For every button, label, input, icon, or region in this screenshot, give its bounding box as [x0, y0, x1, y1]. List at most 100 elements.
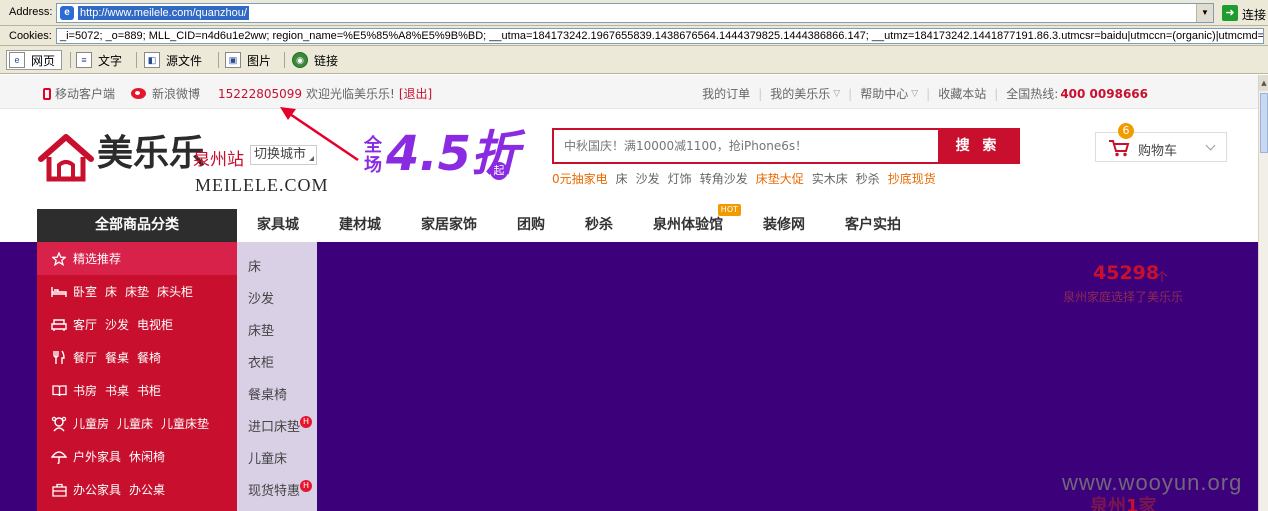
- cookies-label: Cookies:: [9, 30, 52, 42]
- hot-keyword-link[interactable]: 床: [616, 172, 628, 186]
- user-phone[interactable]: 15222805099: [218, 87, 302, 101]
- address-dropdown-icon[interactable]: ▼: [1196, 4, 1213, 22]
- category-item[interactable]: 精选推荐: [37, 242, 237, 275]
- category-name[interactable]: 餐厅: [73, 349, 97, 366]
- page-scrollbar[interactable]: ▲: [1258, 75, 1268, 511]
- my-meilele-link[interactable]: 我的美乐乐: [770, 85, 830, 102]
- submenu-item[interactable]: 现货特惠 H: [237, 476, 317, 508]
- hot-keyword-link[interactable]: 实木床: [812, 172, 848, 186]
- submenu-item[interactable]: 沙发: [237, 284, 317, 316]
- category-item[interactable]: 儿童房 儿童床 儿童床垫: [37, 407, 237, 440]
- help-center-link[interactable]: 帮助中心: [860, 85, 908, 102]
- hotline-number: 400 0098666: [1060, 86, 1148, 101]
- address-input[interactable]: e http://www.meilele.com/quanzhou/ ▼: [56, 3, 1214, 23]
- tool-source-button[interactable]: ◧ 源文件: [144, 50, 202, 70]
- nav-item[interactable]: 秒杀: [565, 208, 633, 242]
- category-item[interactable]: 户外家具 休闲椅: [37, 440, 237, 473]
- shopping-cart-icon: [1109, 140, 1130, 157]
- tool-text-button[interactable]: ≡ 文字: [76, 50, 122, 70]
- fork-knife-icon: [51, 350, 67, 366]
- nav-item[interactable]: 家具城: [237, 208, 319, 242]
- topbar-left: 移动客户端 新浪微博 15222805099 欢迎光临美乐乐! [退出]: [43, 85, 432, 102]
- hot-keyword-link[interactable]: 灯饰: [668, 172, 692, 186]
- nav-item[interactable]: 客户实拍: [825, 208, 921, 242]
- category-name[interactable]: 卧室: [73, 283, 97, 300]
- hot-keyword-link[interactable]: 抄底现货: [888, 172, 936, 186]
- site-topbar: 移动客户端 新浪微博 15222805099 欢迎光临美乐乐! [退出] 我的订…: [0, 75, 1258, 109]
- webpage-icon: e: [9, 52, 25, 68]
- category-link[interactable]: 儿童床垫: [161, 415, 209, 432]
- category-link[interactable]: 餐椅: [137, 349, 161, 366]
- submenu-item[interactable]: 进口床垫 H: [237, 412, 317, 444]
- category-link[interactable]: 床: [105, 283, 117, 300]
- hot-keyword-link[interactable]: 沙发: [636, 172, 660, 186]
- category-name[interactable]: 客厅: [73, 316, 97, 333]
- search-button[interactable]: 搜 索: [938, 130, 1018, 162]
- submenu-item[interactable]: 床: [237, 252, 317, 284]
- mobile-client-link[interactable]: 移动客户端: [55, 85, 115, 102]
- my-orders-link[interactable]: 我的订单: [702, 85, 750, 102]
- category-name[interactable]: 精选推荐: [73, 250, 121, 267]
- cart-button[interactable]: 6 购物车: [1095, 123, 1227, 162]
- nav-item[interactable]: 建材城: [319, 208, 401, 242]
- cookies-input[interactable]: _i=5072; _o=889; MLL_CID=n4d6u1e2ww; reg…: [56, 28, 1264, 44]
- submenu-item[interactable]: 儿童床: [237, 444, 317, 476]
- category-item[interactable]: 书房 书桌 书柜: [37, 374, 237, 407]
- category-link[interactable]: 书桌: [105, 382, 129, 399]
- hot-keyword-link[interactable]: 秒杀: [856, 172, 880, 186]
- weibo-link[interactable]: 新浪微博: [152, 85, 200, 102]
- submenu-label: 沙发: [248, 292, 275, 307]
- category-name[interactable]: 书房: [73, 382, 97, 399]
- search-input[interactable]: [554, 130, 938, 162]
- chevron-down-icon: ▽: [833, 88, 841, 99]
- category-link[interactable]: 沙发: [105, 316, 129, 333]
- category-name[interactable]: 儿童房: [73, 415, 109, 432]
- category-name[interactable]: 户外家具: [73, 448, 121, 465]
- category-link[interactable]: 床垫: [125, 283, 149, 300]
- logout-link[interactable]: [退出]: [399, 85, 432, 102]
- tool-webpage-button[interactable]: e 网页: [6, 50, 63, 70]
- category-item[interactable]: 餐厅 餐桌 餐椅: [37, 341, 237, 374]
- submenu-label: 进口床垫: [248, 420, 301, 435]
- nav-item-label: 客户实拍: [845, 217, 901, 233]
- scrollbar-thumb[interactable]: [1260, 93, 1268, 153]
- address-url[interactable]: http://www.meilele.com/quanzhou/: [78, 6, 249, 20]
- category-name[interactable]: 办公家具: [73, 481, 121, 498]
- nav-item[interactable]: 泉州体验馆 HOT: [633, 204, 743, 242]
- nav-item[interactable]: 装修网: [743, 208, 825, 242]
- child-icon: [51, 416, 67, 432]
- sofa-icon: [51, 317, 67, 333]
- hot-keyword-link[interactable]: 床垫大促: [756, 172, 804, 186]
- category-link[interactable]: 床头柜: [157, 283, 193, 300]
- nav-item[interactable]: 团购: [497, 208, 565, 242]
- category-item[interactable]: 客厅 沙发 电视柜: [37, 308, 237, 341]
- category-item[interactable]: 卧室床床垫 床头柜: [37, 275, 237, 308]
- category-link[interactable]: 书柜: [137, 382, 161, 399]
- house-logo-icon: [38, 134, 94, 182]
- category-link[interactable]: 休闲椅: [129, 448, 165, 465]
- scroll-up-icon[interactable]: ▲: [1259, 75, 1268, 91]
- go-button[interactable]: 连接: [1242, 6, 1266, 23]
- submenu-label: 儿童床: [248, 452, 288, 467]
- category-link[interactable]: 办公桌: [129, 481, 165, 498]
- submenu-item[interactable]: 衣柜: [237, 348, 317, 380]
- station-name: 泉州站: [193, 150, 244, 170]
- category-link[interactable]: 儿童床: [117, 415, 153, 432]
- site-header: 美乐乐 MEILELE.COM 泉州站 切换城市 全场 4.5折 起 搜 索 0…: [0, 110, 1258, 208]
- counter-caption: 泉州家庭选择了美乐乐: [1063, 290, 1184, 304]
- toolbar-separator: [136, 52, 137, 68]
- hot-keyword-link[interactable]: 转角沙发: [700, 172, 748, 186]
- category-item[interactable]: 办公家具 办公桌: [37, 473, 237, 506]
- all-categories-button[interactable]: 全部商品分类: [37, 209, 237, 242]
- submenu-item[interactable]: 床垫: [237, 316, 317, 348]
- tool-link-button[interactable]: ◉ 链接: [292, 50, 338, 70]
- submenu-item[interactable]: 餐桌椅: [237, 380, 317, 412]
- hot-keyword-link[interactable]: 0元抽家电: [552, 172, 608, 186]
- text-doc-icon: ≡: [76, 52, 92, 68]
- tool-image-button[interactable]: ▣ 图片: [225, 50, 271, 70]
- category-link[interactable]: 电视柜: [137, 316, 173, 333]
- nav-item[interactable]: 家居家饰: [401, 208, 497, 242]
- go-arrow-icon[interactable]: ➜: [1222, 5, 1238, 21]
- favorite-link[interactable]: 收藏本站: [938, 85, 986, 102]
- category-link[interactable]: 餐桌: [105, 349, 129, 366]
